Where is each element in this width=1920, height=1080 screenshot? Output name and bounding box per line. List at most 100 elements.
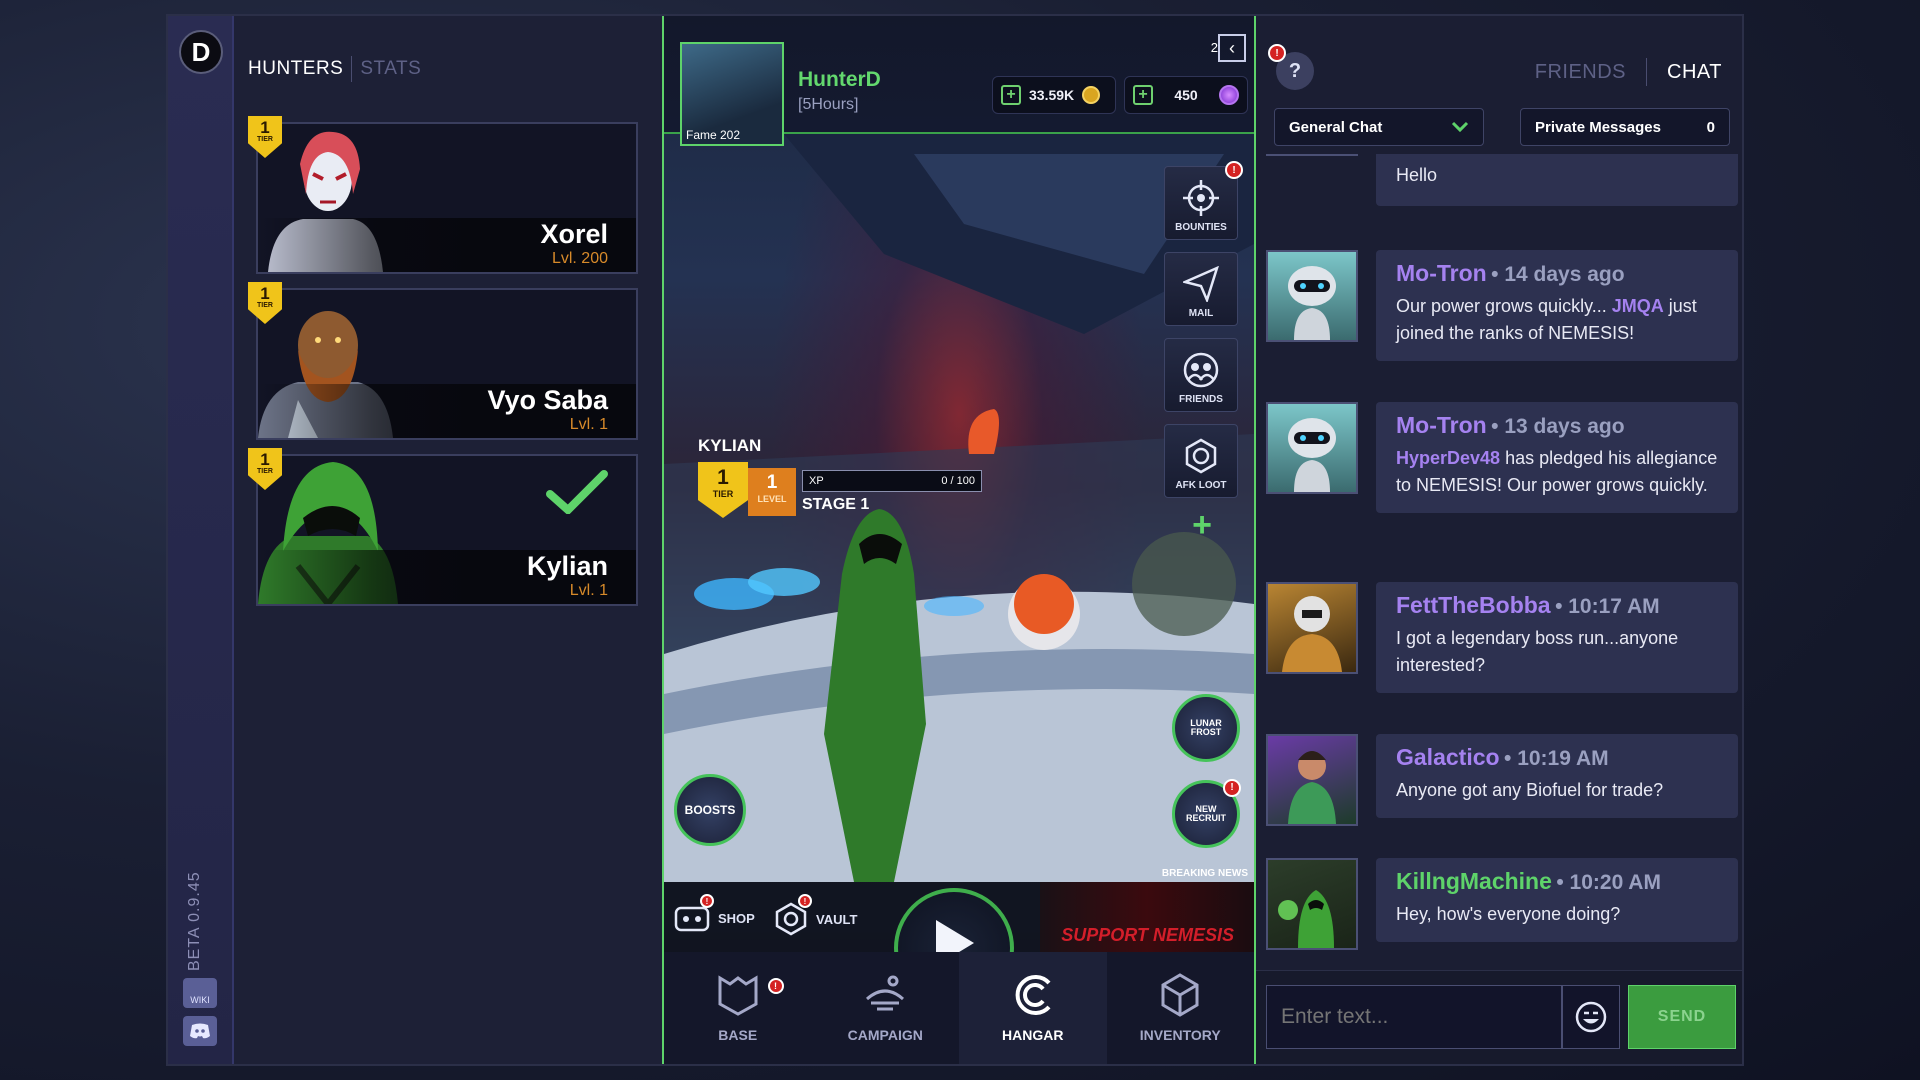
vault-button[interactable]: VAULT ! [774, 894, 858, 936]
mail-label: MAIL [1188, 308, 1214, 319]
hunter-card-vyo-saba[interactable]: Vyo Saba Lvl. 1 1 TIER [248, 282, 638, 440]
tier-value: 1 [260, 284, 270, 303]
message-bubble: Galactico • 10:19 AM Anyone got any Biof… [1376, 734, 1738, 818]
message-time: 10:19 AM [1517, 747, 1609, 770]
send-button[interactable]: SEND [1628, 985, 1736, 1049]
gems-value: 450 [1174, 87, 1198, 103]
message-bubble: FettTheBobba • 10:17 AM I got a legendar… [1376, 582, 1738, 693]
tab-hunters[interactable]: HUNTERS [248, 58, 343, 80]
message-username[interactable]: FettTheBobba [1396, 592, 1551, 618]
lunar-frost-button[interactable]: LUNAR FROST [1172, 694, 1240, 762]
vault-label: VAULT [816, 911, 858, 927]
message-username[interactable]: Mo-Tron [1396, 412, 1487, 438]
add-credits-button[interactable]: + [1001, 85, 1021, 105]
user-avatar[interactable] [1266, 858, 1358, 950]
hunter-level: Lvl. 1 [569, 416, 608, 433]
message-text: Anyone got any Biofuel for trade? [1396, 780, 1664, 800]
mentioned-user[interactable]: HyperDev48 [1396, 448, 1500, 468]
bottom-navigation: BASE ! CAMPAIGN HANGAR INVENTORY [664, 952, 1254, 1064]
channel-select[interactable]: General Chat [1274, 108, 1484, 146]
coin-icon [1082, 86, 1101, 104]
add-plus-icon[interactable]: + [1192, 506, 1212, 545]
tier-label: TIER [257, 136, 273, 143]
chat-feed[interactable]: Hello Mo-Tron • 14 days ago Our power gr… [1256, 154, 1742, 974]
user-avatar[interactable] [1266, 734, 1358, 826]
vault-badge: ! [798, 894, 812, 908]
message-bubble: KillngMachine • 10:20 AM Hey, how's ever… [1376, 858, 1738, 942]
user-avatar[interactable] [1266, 582, 1358, 674]
message-bubble: Mo-Tron • 14 days ago Our power grows qu… [1376, 250, 1738, 361]
private-messages-button[interactable]: Private Messages 0 [1520, 108, 1730, 146]
emoji-icon[interactable] [1562, 985, 1620, 1049]
tab-friends[interactable]: FRIENDS [1535, 61, 1626, 84]
user-avatar[interactable] [1266, 154, 1358, 156]
active-tier-value: 1 [717, 466, 729, 489]
nav-base[interactable]: BASE ! [664, 952, 812, 1064]
player-avatar[interactable]: Fame 202 [680, 42, 784, 146]
hunter-level: Lvl. 200 [551, 250, 608, 267]
base-badge: ! [767, 978, 784, 994]
mail-button[interactable]: MAIL [1164, 252, 1238, 326]
message-username[interactable]: Mo-Tron [1396, 260, 1487, 286]
game-window: D BETA 0.9.45 WIKI HUNTERS STATS Xorel L… [166, 14, 1744, 1066]
gem-icon [1218, 85, 1239, 105]
tier-value: 1 [260, 450, 270, 469]
shop-button[interactable]: SHOP ! [674, 894, 755, 934]
active-level-badge: 1 LEVEL [748, 468, 796, 516]
message-text: HyperDev48 has pledged his allegiance to… [1396, 448, 1718, 495]
hunter-level: Lvl. 1 [569, 582, 608, 599]
xp-bar: XP 0 / 100 [802, 470, 982, 492]
afk-loot-button[interactable]: AFK LOOT [1164, 424, 1238, 498]
message-text: Hello [1396, 165, 1438, 185]
friends-label: FRIENDS [1179, 394, 1223, 405]
player-name: HunterD [798, 68, 881, 91]
new-recruit-badge: ! [1223, 779, 1241, 797]
nav-campaign[interactable]: CAMPAIGN [812, 952, 960, 1064]
bounties-button[interactable]: BOUNTIES ! [1164, 161, 1243, 240]
message-username[interactable]: KillngMachine [1396, 868, 1552, 894]
nav-inventory-label: INVENTORY [1139, 1027, 1221, 1043]
user-avatar[interactable] [1266, 250, 1358, 342]
afk-loot-label: AFK LOOT [1175, 480, 1227, 491]
collapse-chevron-icon[interactable]: ‹ [1218, 34, 1246, 62]
chat-input[interactable] [1266, 985, 1562, 1049]
lunar-frost-label: LUNAR FROST [1190, 717, 1222, 737]
nav-inventory[interactable]: INVENTORY [1107, 952, 1255, 1064]
message-username[interactable]: Galactico [1396, 744, 1500, 770]
private-messages-count: 0 [1706, 118, 1715, 136]
nav-hangar-label: HANGAR [1002, 1027, 1064, 1043]
add-gems-button[interactable]: + [1133, 85, 1153, 105]
nav-hangar[interactable]: HANGAR [959, 952, 1107, 1064]
tier-value: 1 [260, 118, 270, 137]
friends-button[interactable]: FRIENDS [1164, 338, 1238, 412]
message-time: 13 days ago [1504, 415, 1625, 438]
credits-display: + 33.59K [992, 76, 1116, 114]
new-recruit-button[interactable]: NEW RECRUIT ! [1172, 779, 1241, 848]
notification-count: 2 [1210, 40, 1218, 55]
app-logo[interactable]: D [179, 30, 223, 74]
chevron-down-icon [1451, 121, 1469, 133]
support-nemesis-banner[interactable]: SUPPORT NEMESIS [1040, 882, 1254, 956]
hunter-card-kylian[interactable]: Kylian Lvl. 1 1 TIER [248, 448, 638, 609]
wiki-button[interactable]: WIKI [183, 978, 217, 1008]
hunter-card-xorel[interactable]: Xorel Lvl. 200 1 TIER [248, 116, 638, 274]
discord-icon[interactable] [183, 1016, 217, 1046]
hunter-name: Kylian [526, 551, 608, 581]
game-view[interactable]: Fame 202 HunterD [5Hours] 2 ‹ + 33.59K +… [662, 16, 1256, 1064]
boosts-button[interactable]: BOOSTS [674, 774, 746, 846]
tab-chat[interactable]: CHAT [1667, 61, 1722, 84]
shop-badge: ! [700, 894, 714, 908]
user-avatar[interactable] [1266, 402, 1358, 494]
bounties-label: BOUNTIES [1175, 222, 1227, 233]
help-question-icon[interactable]: ? ! [1268, 44, 1314, 90]
mentioned-user[interactable]: JMQA [1612, 296, 1664, 316]
message-text: Hey, how's everyone doing? [1396, 904, 1621, 924]
help-badge: ! [1268, 44, 1286, 62]
inventory-icon [1158, 973, 1202, 1017]
boosts-label: BOOSTS [684, 802, 736, 817]
new-recruit-label: NEW RECRUIT [1186, 803, 1226, 823]
left-rail: D BETA 0.9.45 WIKI [168, 16, 234, 1064]
bounties-badge: ! [1225, 161, 1243, 179]
nav-campaign-label: CAMPAIGN [847, 1027, 923, 1043]
tab-stats[interactable]: STATS [360, 58, 421, 80]
